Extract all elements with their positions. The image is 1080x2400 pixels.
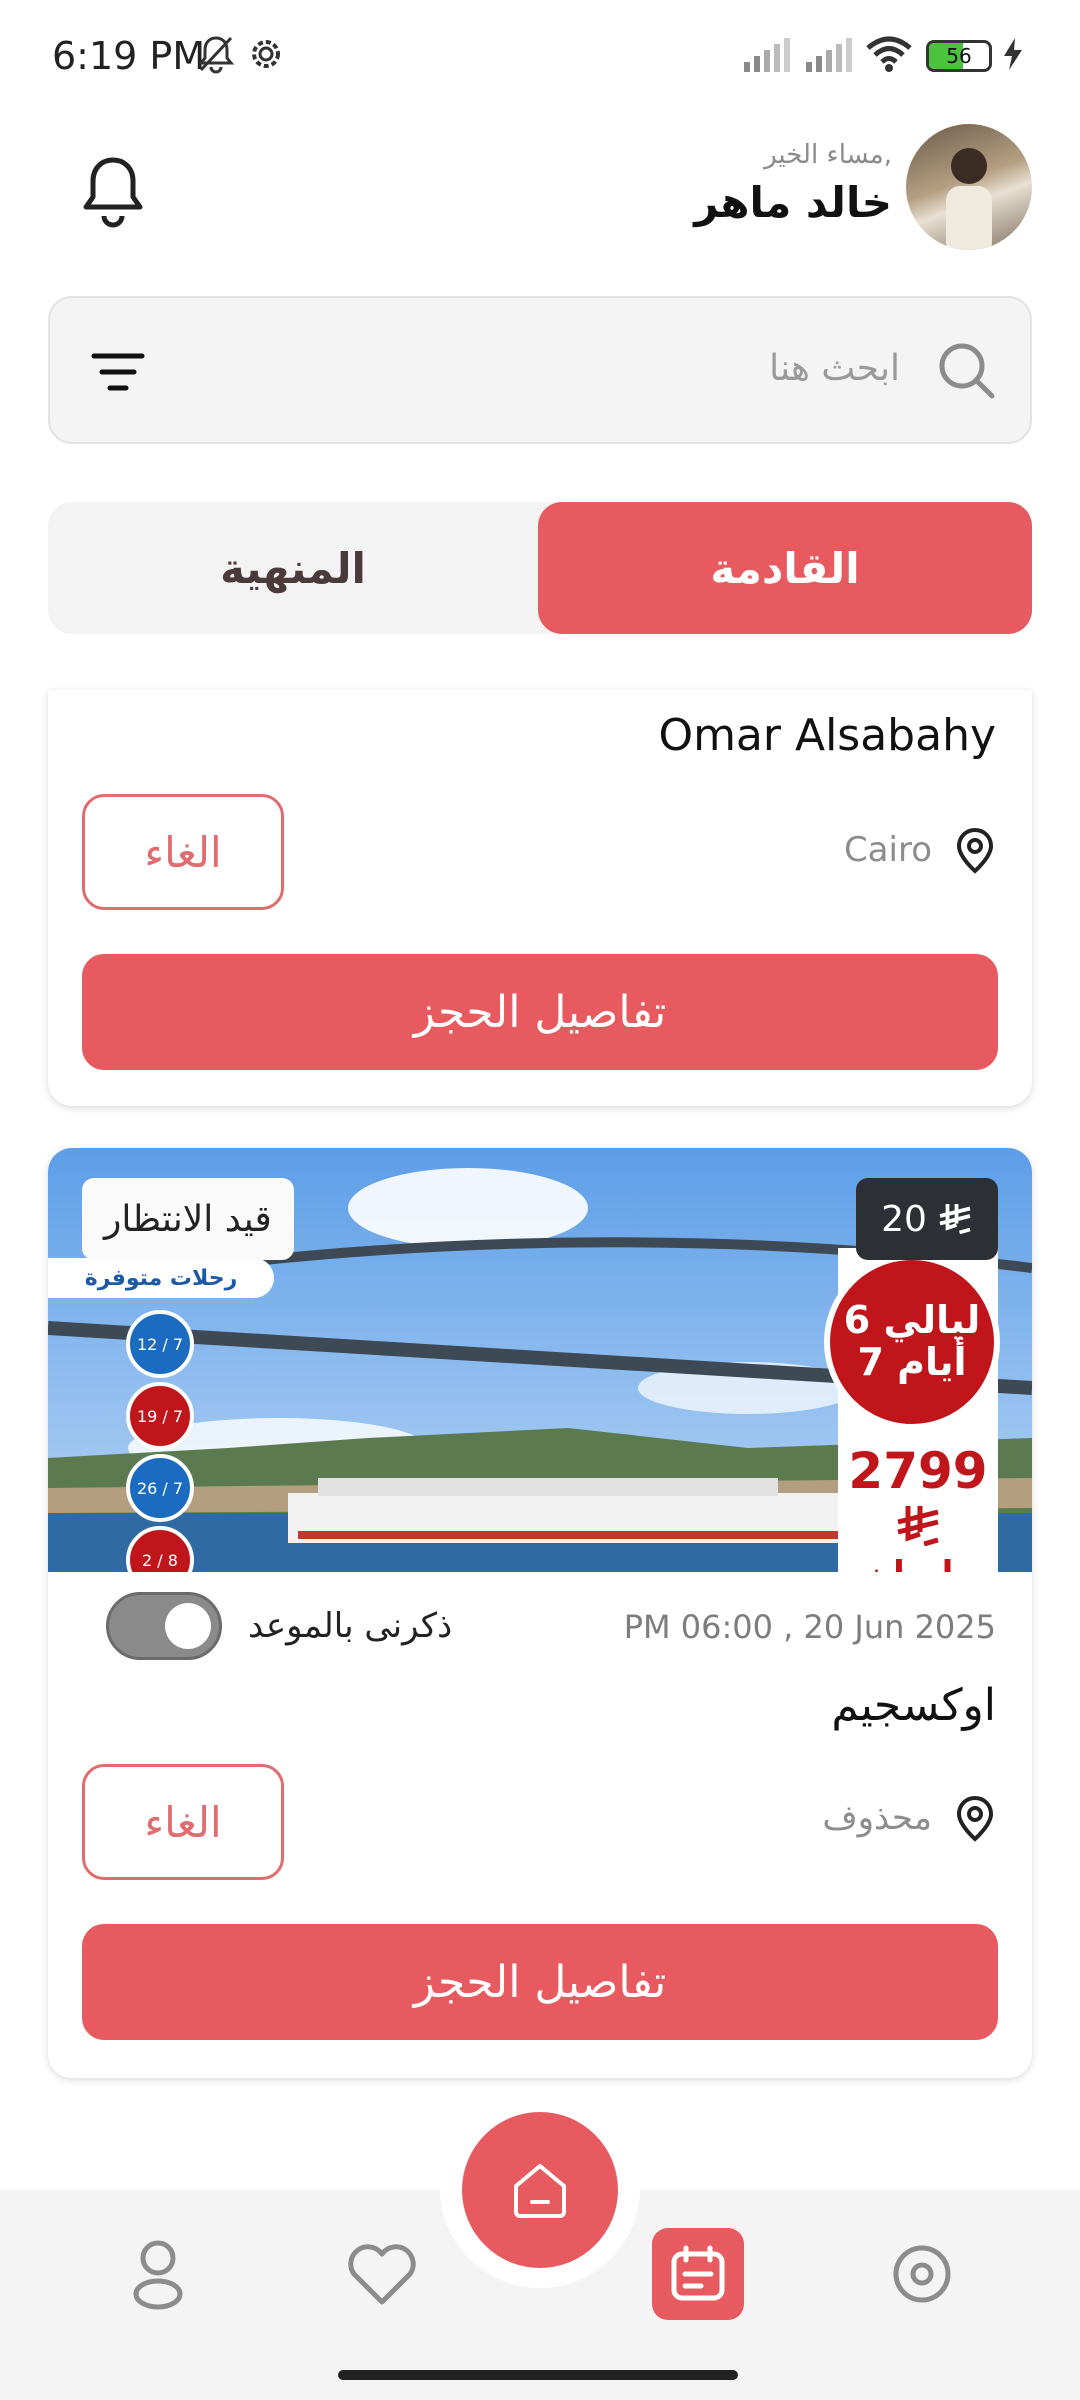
price-value: 20 [881, 1198, 927, 1240]
signal-icon [744, 38, 790, 72]
toggle-knob [165, 1603, 211, 1649]
promo-more: طيران [838, 1554, 998, 1572]
reminder-toggle[interactable] [106, 1592, 222, 1660]
riyal-icon [897, 1506, 939, 1547]
wifi-icon [866, 36, 912, 72]
filter-icon[interactable] [90, 348, 146, 396]
riyal-icon [939, 1204, 971, 1235]
home-button[interactable] [462, 2112, 618, 2268]
booking-card: Omar Alsabahy Cairo الغاء تفاصيل الحجز [48, 690, 1032, 1106]
nights-badge: 6 ليالي 7 أيام [824, 1254, 1000, 1430]
search-input[interactable]: ابحث هنا [769, 348, 900, 389]
booking-date: PM 06:00 , 20 Jun 2025 [623, 1608, 996, 1646]
bookings-icon [671, 2245, 725, 2301]
status-chip: قيد الانتظار [82, 1178, 294, 1260]
nights-label: 6 ليالي [843, 1298, 981, 1343]
location-label: محذوف [822, 1798, 932, 1838]
location-pin-icon [956, 827, 994, 874]
card-location: محذوف [822, 1794, 996, 1842]
greeting: مساء الخير, [764, 140, 892, 170]
avatar[interactable] [906, 124, 1032, 250]
home-indicator [338, 2370, 738, 2380]
charging-icon [1004, 38, 1022, 70]
available-trips-tag: رحلات متوفرة [48, 1258, 274, 1298]
location-pin-icon [956, 1795, 994, 1842]
bookings-tab[interactable] [652, 2228, 744, 2320]
price-chip: 20 [856, 1178, 998, 1260]
battery-level: 56 [946, 44, 972, 68]
bell-off-icon [197, 36, 235, 74]
location-label: Cairo [843, 830, 932, 870]
signal-icon [806, 38, 852, 72]
profile-icon[interactable] [120, 2236, 196, 2312]
bell-icon[interactable] [80, 154, 146, 230]
location-icon[interactable] [884, 2236, 960, 2312]
reminder-label: ذكرنى بالموعد [248, 1606, 453, 1646]
battery-icon: 56 [926, 40, 992, 72]
home-icon [514, 2164, 566, 2218]
trip-date-badge: 19 / 7 [126, 1382, 194, 1450]
booking-details-button[interactable]: تفاصيل الحجز [82, 1924, 998, 2040]
promo-price: 2799 [848, 1442, 988, 1500]
username: خالد ماهر [694, 178, 892, 227]
heart-icon[interactable] [344, 2236, 420, 2312]
days-label: 7 أيام [857, 1340, 967, 1384]
cancel-button[interactable]: الغاء [82, 794, 284, 910]
avatar-photo [946, 148, 992, 250]
header: مساء الخير, خالد ماهر [0, 110, 1080, 290]
booking-card: رحلات متوفرة 12 / 7 19 / 7 26 / 7 2 / 8 … [48, 1148, 1032, 2078]
gear-icon [252, 40, 280, 68]
trip-date-badge: 12 / 7 [126, 1310, 194, 1378]
search-icon[interactable] [936, 340, 998, 402]
promo-more-clip: طيران [838, 1554, 998, 1572]
card-location: Cairo [844, 826, 996, 874]
status-time: 6:19 PM [52, 34, 206, 78]
cancel-button[interactable]: الغاء [82, 1764, 284, 1880]
tabs: القادمة المنهية [48, 502, 1032, 634]
tab-upcoming[interactable]: القادمة [538, 502, 1032, 634]
card-title: Omar Alsabahy [658, 710, 996, 761]
trip-date-badge: 26 / 7 [126, 1454, 194, 1522]
search-bar[interactable]: ابحث هنا [48, 296, 1032, 444]
tab-finished[interactable]: المنهية [48, 502, 538, 634]
status-bar: 6:19 PM 56 [0, 0, 1080, 110]
card-title: اوكسجيم [831, 1680, 996, 1731]
booking-details-button[interactable]: تفاصيل الحجز [82, 954, 998, 1070]
